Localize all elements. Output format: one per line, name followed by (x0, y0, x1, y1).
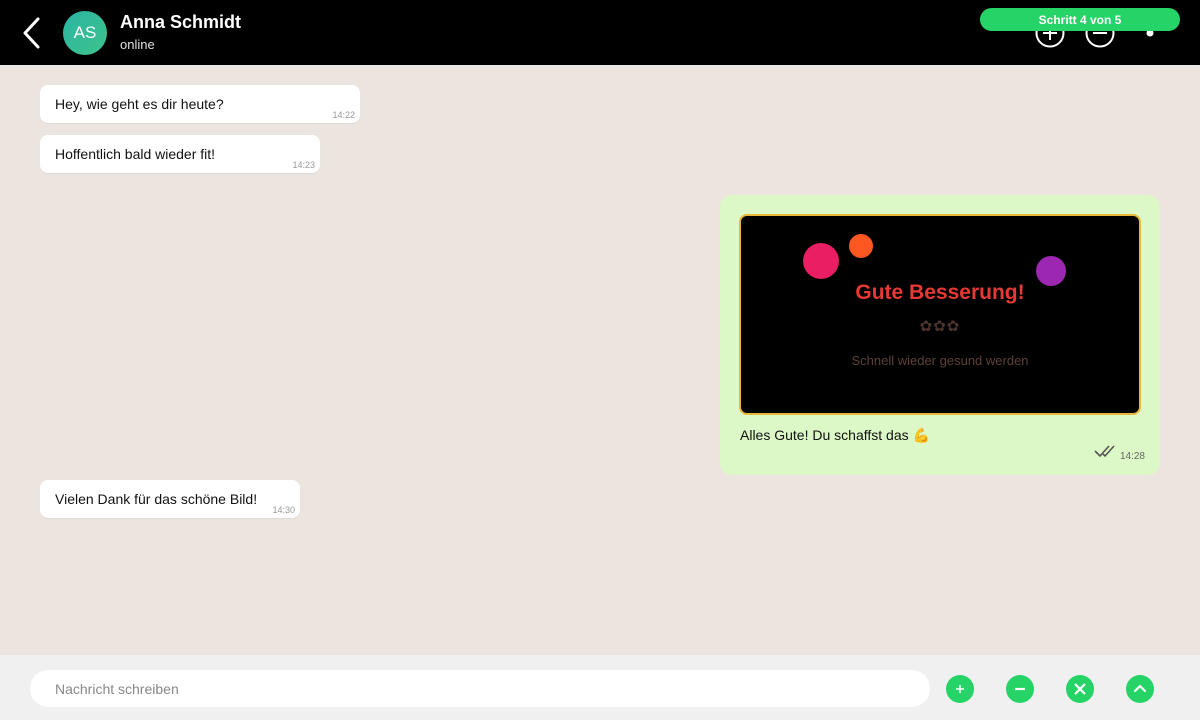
message-text: Vielen Dank für das schöne Bild! (55, 491, 258, 507)
message-time: 14:30 (272, 505, 295, 515)
flower-icons: ✿✿✿ (919, 318, 961, 335)
incoming-message[interactable]: Hoffentlich bald wieder fit! 14:23 (40, 135, 320, 173)
message-text: Hoffentlich bald wieder fit! (55, 146, 216, 162)
message-text: Hey, wie geht es dir heute? (55, 96, 224, 112)
back-arrow-icon[interactable] (18, 14, 48, 52)
card-decoration (803, 234, 1066, 286)
contact-status: online (120, 37, 155, 52)
avatar[interactable]: AS (63, 11, 107, 55)
close-icon[interactable] (1066, 675, 1094, 703)
message-caption: Alles Gute! Du schaffst das 💪 (740, 427, 930, 443)
contact-name[interactable]: Anna Schmidt (120, 12, 241, 33)
message-input[interactable] (30, 670, 930, 707)
chat-header: AS Anna Schmidt online Schritt 4 von 5 (0, 0, 1200, 65)
card-subtitle: Schnell wieder gesund werden (851, 353, 1029, 368)
step-indicator: Schritt 4 von 5 (980, 8, 1180, 31)
chevron-up-icon[interactable] (1126, 675, 1154, 703)
outgoing-message[interactable]: Gute Besserung! ✿✿✿ Schnell wieder gesun… (720, 195, 1160, 475)
message-time: 14:28 (1119, 451, 1145, 462)
minus-icon[interactable] (1006, 675, 1034, 703)
incoming-message[interactable]: Vielen Dank für das schöne Bild! 14:30 (40, 480, 300, 518)
input-bar (0, 655, 1200, 720)
incoming-message[interactable]: Hey, wie geht es dir heute? 14:22 (40, 85, 360, 123)
message-time: 14:23 (292, 160, 315, 170)
double-check-icon (1094, 444, 1122, 463)
get-well-card-image[interactable]: Gute Besserung! ✿✿✿ Schnell wieder gesun… (739, 214, 1141, 415)
message-time: 14:22 (332, 110, 355, 120)
plus-icon[interactable] (946, 675, 974, 703)
card-title: Gute Besserung! (855, 281, 1025, 304)
